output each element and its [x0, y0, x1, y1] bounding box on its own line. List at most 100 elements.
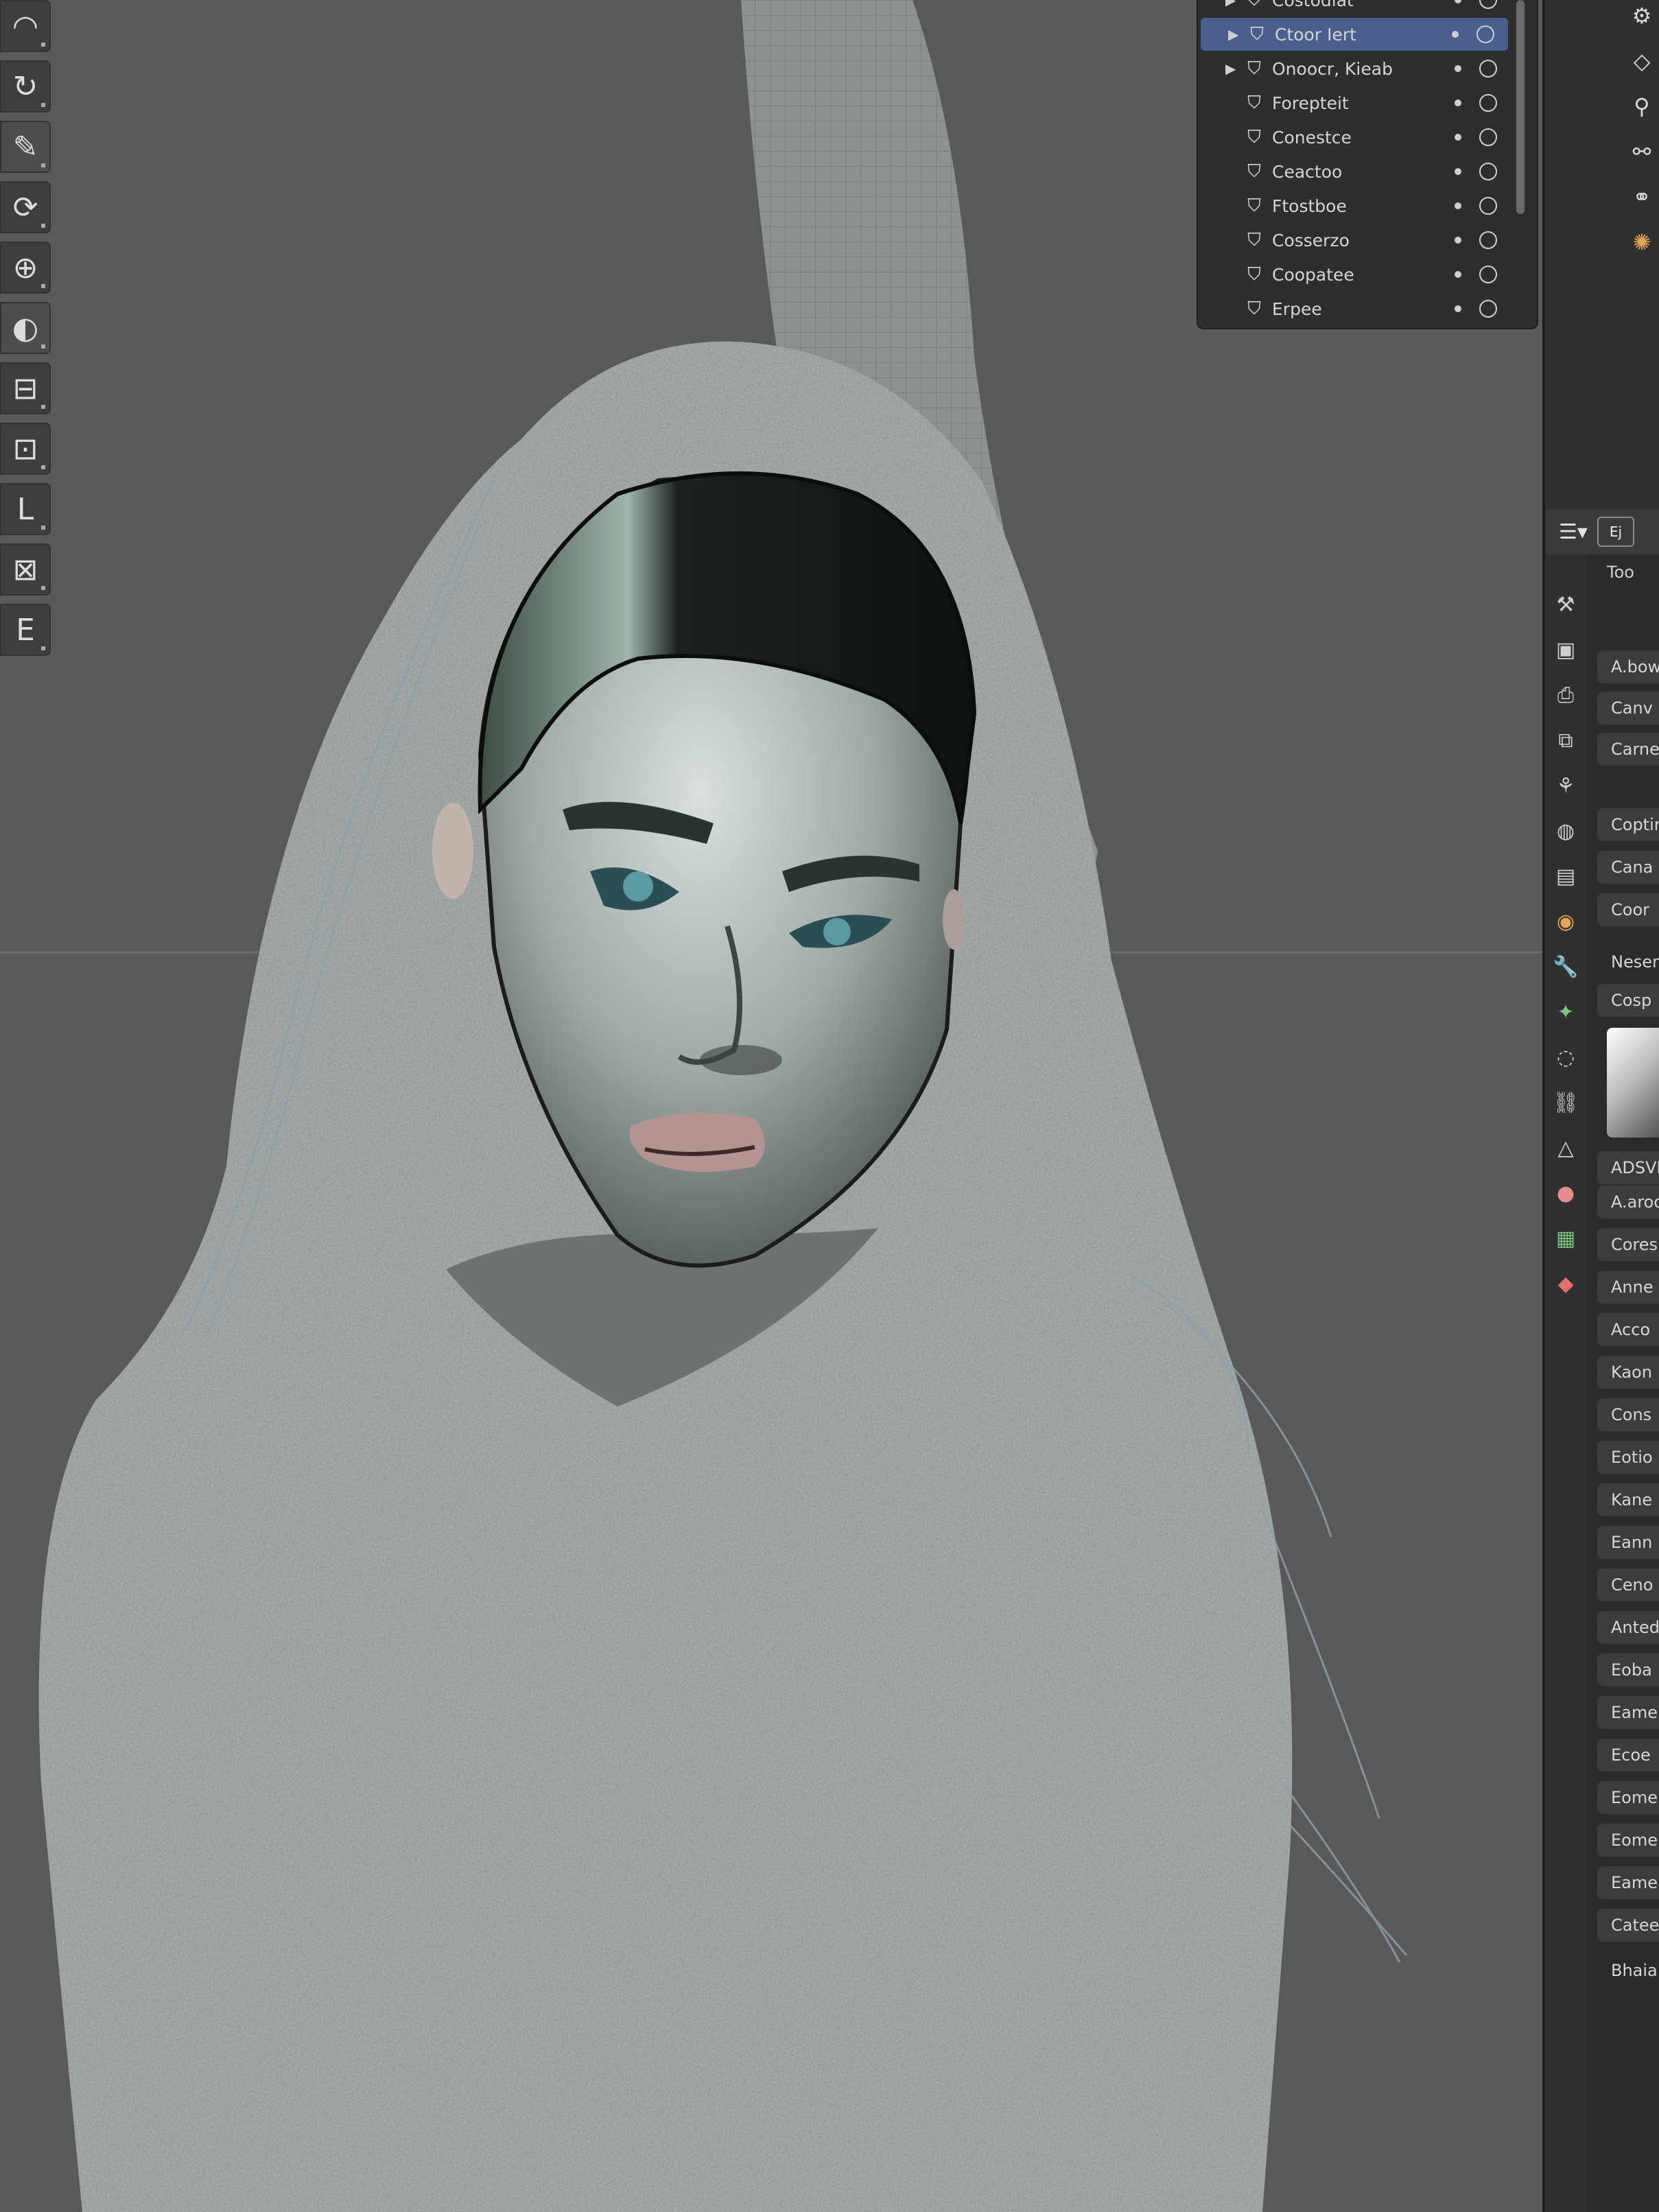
expand-arrow-icon[interactable]: ▶ — [1228, 26, 1245, 43]
visibility-icon[interactable] — [1479, 0, 1497, 9]
particles-tab-icon[interactable]: ✦ — [1552, 998, 1579, 1028]
property-field[interactable]: Eome — [1597, 1781, 1659, 1814]
physics-tab-icon[interactable]: ◌ — [1552, 1043, 1579, 1073]
select-dot-icon[interactable] — [1455, 202, 1461, 209]
constraints-tab-icon[interactable]: ⛓ — [1552, 1088, 1579, 1118]
visibility-icon[interactable] — [1479, 266, 1497, 283]
outliner-item[interactable]: ⛉ Ceactoo — [1198, 155, 1511, 188]
select-dot-icon[interactable] — [1455, 0, 1461, 3]
property-field[interactable]: Carne — [1597, 733, 1659, 766]
property-field[interactable]: Cosp — [1597, 984, 1659, 1017]
outliner-item[interactable]: ⛉ Ftostboe — [1198, 189, 1511, 222]
view-layer-tab-icon[interactable]: ⧉ — [1552, 726, 1579, 756]
select-dot-icon[interactable] — [1455, 168, 1461, 175]
outliner-item[interactable]: ▶ ⛉ Onoocr, Kieab — [1198, 52, 1511, 85]
pin-icon[interactable]: ◇ — [1625, 48, 1659, 75]
draw-brush-icon[interactable]: ◠ — [0, 0, 51, 52]
property-field[interactable]: Kane — [1597, 1483, 1659, 1516]
visibility-icon[interactable] — [1479, 60, 1497, 78]
select-dot-icon[interactable] — [1455, 65, 1461, 72]
property-field[interactable]: Kaon — [1597, 1356, 1659, 1389]
property-field[interactable]: Eome — [1597, 1824, 1659, 1857]
constraint-icon[interactable]: ⚯ — [1625, 139, 1659, 166]
select-dot-icon[interactable] — [1455, 134, 1461, 141]
outliner-item[interactable]: ▶ ⛉ Ctoor Iert — [1201, 18, 1508, 51]
link-icon[interactable]: ⚲ — [1625, 93, 1659, 121]
property-field[interactable]: Cores — [1597, 1228, 1659, 1261]
fill-brush-icon[interactable]: ⊡ — [0, 423, 51, 475]
property-field[interactable]: Coptir — [1597, 808, 1659, 841]
property-field[interactable]: Eame — [1597, 1866, 1659, 1899]
property-field[interactable]: Anted — [1597, 1611, 1659, 1644]
property-field[interactable]: A.bow — [1597, 650, 1659, 683]
outliner-item[interactable]: ▶⛉ Costodlat — [1198, 0, 1511, 16]
visibility-icon[interactable] — [1479, 300, 1497, 318]
visibility-icon[interactable] — [1479, 197, 1497, 215]
property-field[interactable]: Eoba — [1597, 1654, 1659, 1686]
property-field[interactable]: ADSVI — [1597, 1151, 1659, 1184]
property-field[interactable]: Anne — [1597, 1271, 1659, 1304]
smooth-brush-icon[interactable]: ◐ — [0, 302, 51, 354]
scene-icon[interactable]: ⚙ — [1625, 3, 1659, 30]
output-tab-icon[interactable]: ⎙ — [1552, 681, 1579, 711]
editor-type-icon[interactable]: ☰▾ — [1559, 520, 1588, 544]
material-tab-icon[interactable]: ● — [1552, 1179, 1579, 1209]
collection-tab-icon[interactable]: ▤ — [1552, 862, 1579, 892]
property-field[interactable]: Cana — [1597, 851, 1659, 884]
inflate-brush-icon[interactable]: ✎ — [0, 121, 51, 173]
select-dot-icon[interactable] — [1452, 31, 1459, 38]
property-field[interactable]: Catee — [1597, 1909, 1659, 1942]
texture-tab-icon[interactable]: ▦ — [1552, 1224, 1579, 1254]
property-field[interactable]: Eann — [1597, 1526, 1659, 1559]
property-field[interactable]: Nesen — [1597, 945, 1659, 978]
visibility-icon[interactable] — [1479, 128, 1497, 146]
clay-brush-icon[interactable]: ↻ — [0, 60, 51, 113]
property-field[interactable]: Cons — [1597, 1398, 1659, 1431]
3d-viewport[interactable]: ◠ ↻ ✎ ⟳ ⊕ ◐ ⊟ ⊡ L ⊠ E ▶⛉Costodlat ▶⛉Ctoor Iert▶⛉Ono… — [0, 0, 1542, 2212]
property-field[interactable]: Eame — [1597, 1696, 1659, 1729]
world-tab-icon[interactable]: ◍ — [1552, 816, 1579, 847]
expand-arrow-icon[interactable]: ▶ — [1225, 0, 1242, 8]
visibility-icon[interactable] — [1479, 163, 1497, 180]
outliner-filter-icons: ⚙ ◇ ⚲ ⚯ ⚭ ✺ — [1625, 0, 1659, 257]
outliner-item[interactable]: ⛉ Erpee — [1198, 292, 1511, 325]
blob-brush-icon[interactable]: ⊕ — [0, 242, 51, 294]
visibility-icon[interactable] — [1479, 231, 1497, 249]
particles-icon[interactable]: ✺ — [1625, 229, 1659, 257]
tool-tab-icon[interactable]: ⚒ — [1552, 590, 1579, 620]
visibility-icon[interactable] — [1476, 25, 1494, 43]
select-dot-icon[interactable] — [1455, 237, 1461, 244]
data-tab-icon[interactable]: △ — [1552, 1133, 1579, 1164]
property-field[interactable]: Eotio — [1597, 1441, 1659, 1474]
outliner-item[interactable]: ⛉ Cosserzo — [1198, 224, 1511, 257]
select-dot-icon[interactable] — [1455, 305, 1461, 312]
property-field[interactable]: Ecoe — [1597, 1739, 1659, 1772]
flatten-brush-icon[interactable]: ⊟ — [0, 362, 51, 414]
shader-tab-icon[interactable]: ◆ — [1552, 1269, 1579, 1299]
physics-icon[interactable]: ⚭ — [1625, 184, 1659, 211]
visibility-icon[interactable] — [1479, 94, 1497, 112]
modifier-tab-icon[interactable]: 🔧 — [1552, 952, 1579, 983]
property-field[interactable]: Bhaia — [1597, 1954, 1659, 1987]
expand-arrow-icon[interactable]: ▶ — [1225, 60, 1242, 77]
select-dot-icon[interactable] — [1455, 271, 1461, 278]
property-field[interactable]: Coor — [1597, 893, 1659, 926]
object-tab-icon[interactable]: ◉ — [1552, 907, 1579, 937]
property-field[interactable]: Ceno — [1597, 1568, 1659, 1601]
outliner-scrollbar[interactable] — [1516, 0, 1525, 214]
box-mask-icon[interactable]: E — [0, 604, 51, 656]
property-field[interactable]: A.aroo — [1597, 1186, 1659, 1219]
property-field[interactable]: Acco — [1597, 1313, 1659, 1346]
outliner-item[interactable]: ⛉ Conestce — [1198, 121, 1511, 154]
brush-preview[interactable] — [1607, 1028, 1659, 1138]
outliner-item[interactable]: ⛉ Coopatee — [1198, 258, 1511, 291]
grab-brush-icon[interactable]: L — [0, 483, 51, 535]
render-tab-icon[interactable]: ▣ — [1552, 635, 1579, 666]
property-field[interactable]: Canv — [1597, 692, 1659, 725]
outliner-item[interactable]: ⛉ Forepteit — [1198, 86, 1511, 119]
scene-tab-icon[interactable]: ⚘ — [1552, 771, 1579, 801]
properties-header-label[interactable]: Ej — [1597, 517, 1634, 547]
crease-brush-icon[interactable]: ⟳ — [0, 181, 51, 233]
mask-brush-icon[interactable]: ⊠ — [0, 543, 51, 596]
select-dot-icon[interactable] — [1455, 99, 1461, 106]
